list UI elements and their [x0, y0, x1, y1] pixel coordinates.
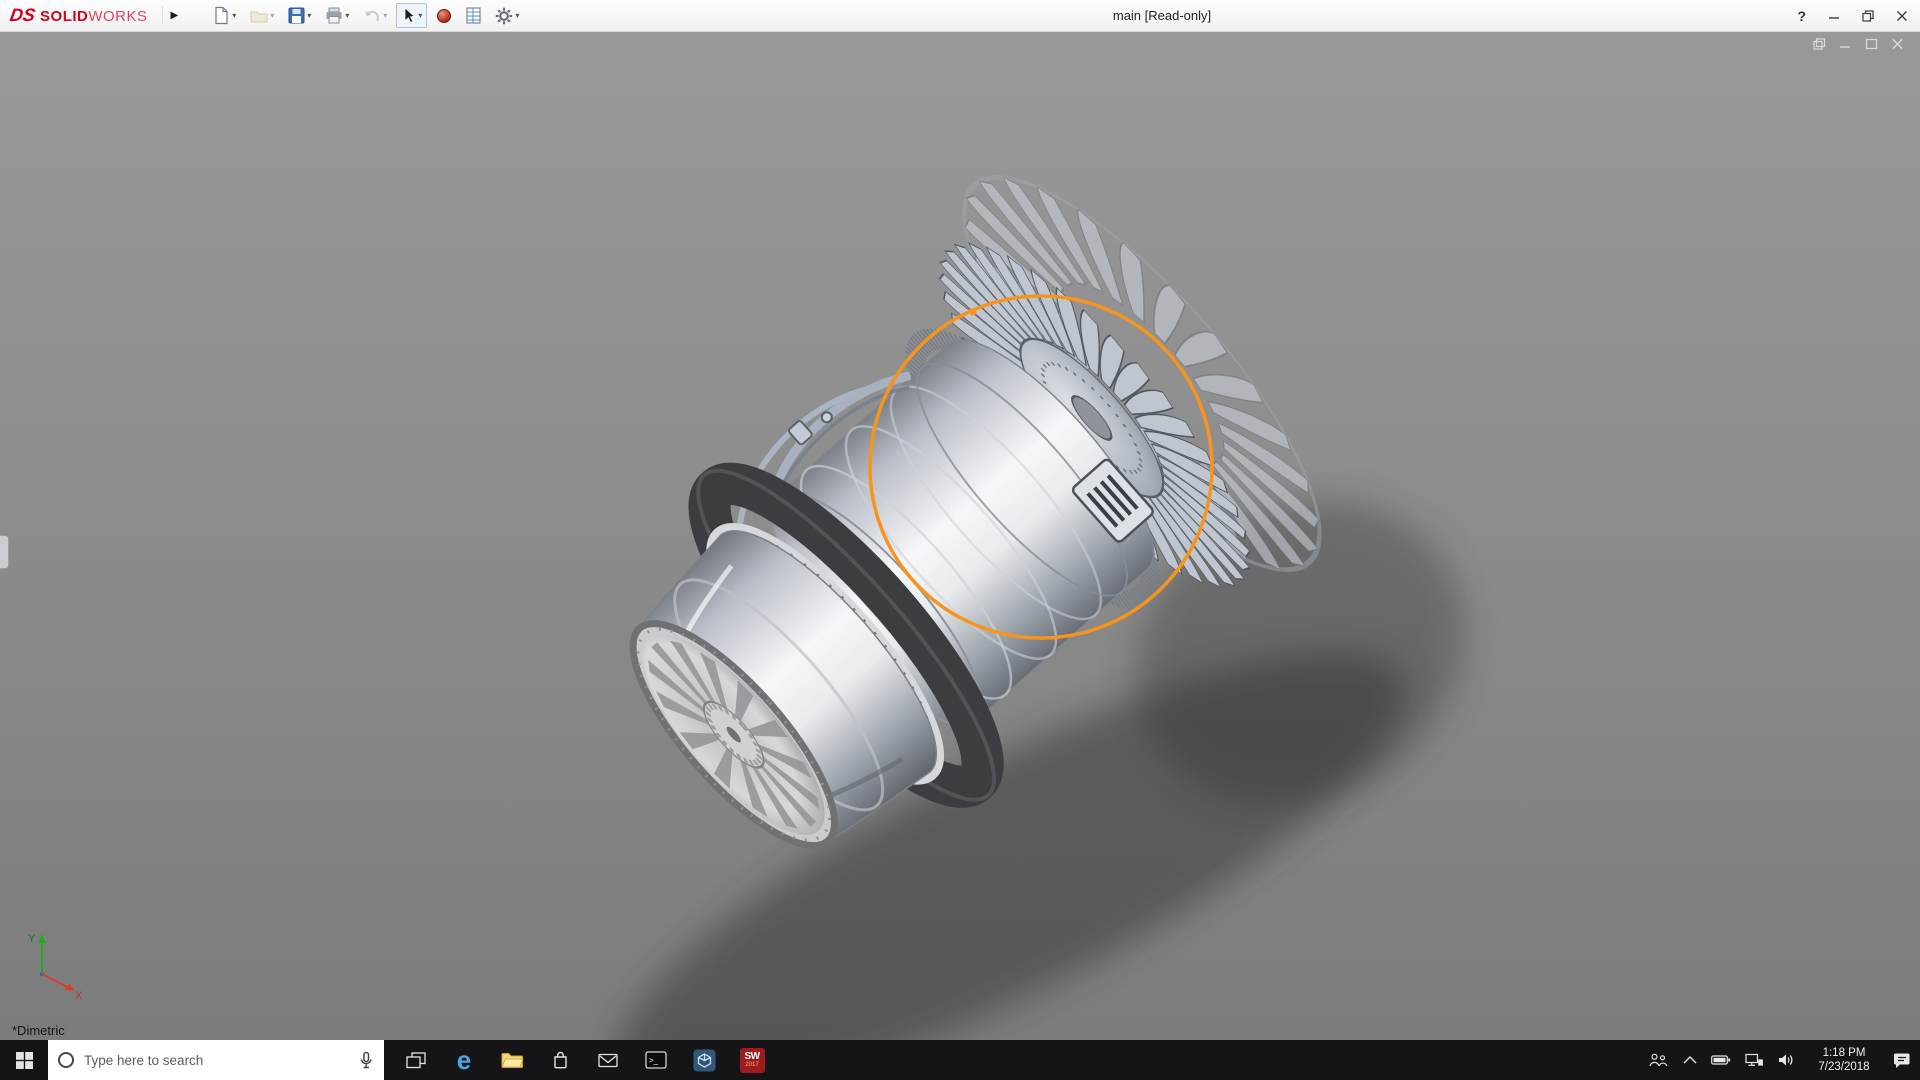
edge-browser-button[interactable]: e [440, 1040, 488, 1080]
cube-app-icon [693, 1049, 716, 1072]
people-button[interactable] [1648, 1053, 1669, 1067]
doc-close-button[interactable] [1891, 38, 1904, 50]
document-window-controls [1813, 38, 1904, 50]
doc-maximize-button[interactable] [1865, 38, 1878, 50]
select-cursor-icon [401, 7, 416, 24]
dropdown-caret-icon[interactable]: ▾ [418, 11, 422, 20]
minimize-button[interactable] [1828, 10, 1840, 22]
titlebar: DS SOLIDWORKS ▶ ▾ ▾ ▾ ▾ ▾ ▾ [0, 0, 1920, 32]
print-button[interactable]: ▾ [320, 3, 354, 28]
file-explorer-icon [501, 1051, 524, 1069]
viewport-canvas[interactable]: Y X [0, 32, 1920, 1040]
design-table-icon [466, 7, 481, 24]
window-title: main [Read-only] [1113, 8, 1211, 23]
file-explorer-button[interactable] [488, 1040, 536, 1080]
windows-logo-icon [16, 1052, 33, 1069]
battery-button[interactable] [1711, 1054, 1731, 1066]
appearances-sphere-icon [436, 8, 452, 24]
view-orientation-label: *Dimetric [12, 1023, 65, 1038]
taskbar-app-icons: e >_ [392, 1040, 776, 1080]
people-icon [1648, 1053, 1669, 1067]
annotation-point[interactable] [970, 309, 977, 316]
logo-solid-text: SOLID [40, 8, 88, 25]
store-bag-icon [552, 1050, 569, 1070]
windows-taskbar: e >_ [0, 1040, 1920, 1080]
cube-app-button[interactable] [680, 1040, 728, 1080]
dropdown-caret-icon[interactable]: ▾ [515, 11, 519, 20]
open-button[interactable]: ▾ [245, 4, 279, 28]
print-icon [325, 7, 343, 24]
volume-icon [1777, 1052, 1795, 1068]
featuremanager-collapsed-tab[interactable] [0, 535, 9, 569]
doc-minimize-button[interactable] [1839, 38, 1852, 50]
start-button[interactable] [0, 1040, 48, 1080]
volume-button[interactable] [1777, 1052, 1795, 1068]
restore-button[interactable] [1862, 10, 1874, 22]
triad-x-label: X [75, 990, 83, 1002]
graphics-viewport[interactable]: Y X *Dimetric [0, 32, 1920, 1040]
taskbar-clock[interactable]: 1:18 PM 7/23/2018 [1809, 1046, 1879, 1075]
toolbar-flyout-arrow-icon[interactable]: ▶ [162, 6, 187, 25]
options-button[interactable]: ▾ [490, 3, 524, 29]
mail-button[interactable] [584, 1040, 632, 1080]
command-prompt-icon: >_ [645, 1051, 667, 1069]
logo-works-text: WORKS [88, 8, 147, 25]
undo-arrow-icon [363, 8, 381, 24]
system-tray: 1:18 PM 7/23/2018 [1648, 1040, 1920, 1080]
doc-restore-button[interactable] [1813, 38, 1826, 50]
clock-date: 7/23/2018 [1809, 1060, 1879, 1074]
solidworks-app-button[interactable]: SW 2017 [728, 1040, 776, 1080]
triad-y-label: Y [28, 933, 36, 945]
main-toolbar: ▾ ▾ ▾ ▾ ▾ ▾ [208, 2, 524, 29]
taskbar-search[interactable] [48, 1040, 384, 1080]
design-table-button[interactable] [461, 3, 486, 28]
window-controls: ? [1797, 0, 1908, 32]
options-gear-icon [495, 7, 513, 25]
microphone-icon[interactable] [358, 1051, 374, 1069]
task-view-button[interactable] [392, 1040, 440, 1080]
dropdown-caret-icon[interactable]: ▾ [345, 11, 349, 20]
new-document-button[interactable]: ▾ [208, 2, 241, 29]
undo-button[interactable]: ▾ [358, 4, 392, 28]
dropdown-caret-icon[interactable]: ▾ [307, 11, 311, 20]
clock-time: 1:18 PM [1809, 1046, 1879, 1060]
close-button[interactable] [1896, 10, 1908, 22]
battery-icon [1711, 1054, 1731, 1066]
solidworks-2017-icon: SW 2017 [740, 1048, 765, 1073]
network-button[interactable] [1745, 1053, 1763, 1067]
select-tool-button[interactable]: ▾ [396, 3, 427, 28]
action-center-icon [1893, 1052, 1912, 1069]
save-button[interactable]: ▾ [283, 3, 316, 28]
command-prompt-button[interactable]: >_ [632, 1040, 680, 1080]
action-center-button[interactable] [1893, 1052, 1912, 1069]
hidden-icons-button[interactable] [1683, 1056, 1697, 1064]
store-button[interactable] [536, 1040, 584, 1080]
dropdown-caret-icon[interactable]: ▾ [270, 11, 274, 20]
cortana-icon[interactable] [58, 1052, 74, 1068]
edge-icon: e [457, 1047, 471, 1073]
search-input[interactable] [84, 1053, 348, 1068]
mail-envelope-icon [598, 1053, 618, 1068]
save-floppy-icon [288, 7, 305, 24]
chevron-up-icon [1683, 1056, 1697, 1064]
appearances-button[interactable] [431, 4, 457, 28]
solidworks-logo: DS SOLIDWORKS [0, 5, 162, 26]
new-document-icon [213, 6, 230, 25]
svg-text:>_: >_ [649, 1056, 659, 1065]
open-folder-icon [250, 8, 268, 24]
network-icon [1745, 1053, 1763, 1067]
help-button[interactable]: ? [1797, 8, 1806, 24]
dropdown-caret-icon[interactable]: ▾ [383, 11, 387, 20]
task-view-icon [406, 1052, 426, 1069]
dropdown-caret-icon[interactable]: ▾ [232, 11, 236, 20]
ds-logo-icon: DS [8, 5, 37, 26]
